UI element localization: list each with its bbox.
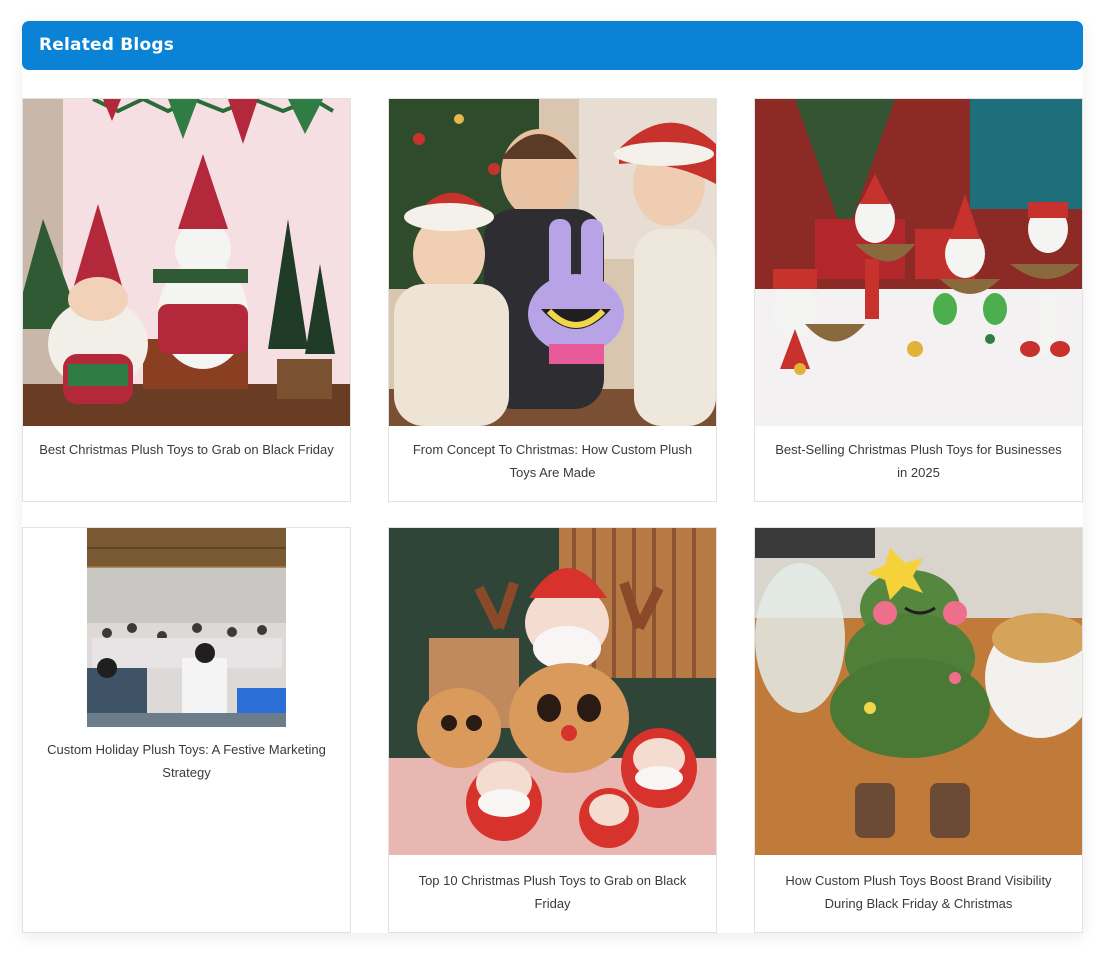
blog-thumbnail[interactable] bbox=[755, 528, 1082, 855]
section-title: Related Blogs bbox=[39, 35, 175, 55]
blog-thumbnail[interactable] bbox=[755, 99, 1082, 426]
blog-card[interactable]: Best Christmas Plush Toys to Grab on Bla… bbox=[22, 98, 351, 502]
blog-title[interactable]: Custom Holiday Plush Toys: A Festive Mar… bbox=[37, 739, 336, 784]
blog-card[interactable]: How Custom Plush Toys Boost Brand Visibi… bbox=[754, 527, 1083, 933]
blog-card[interactable]: Best-Selling Christmas Plush Toys for Bu… bbox=[754, 98, 1083, 502]
blog-thumbnail[interactable] bbox=[23, 99, 350, 426]
blog-card[interactable]: Top 10 Christmas Plush Toys to Grab on B… bbox=[388, 527, 717, 933]
blog-title[interactable]: Top 10 Christmas Plush Toys to Grab on B… bbox=[403, 870, 702, 915]
blog-thumbnail[interactable] bbox=[389, 99, 716, 426]
section-header: Related Blogs bbox=[22, 21, 1083, 70]
blog-title[interactable]: How Custom Plush Toys Boost Brand Visibi… bbox=[769, 870, 1068, 915]
blog-card[interactable]: From Concept To Christmas: How Custom Pl… bbox=[388, 98, 717, 502]
blog-title[interactable]: From Concept To Christmas: How Custom Pl… bbox=[403, 439, 702, 484]
blog-thumbnail[interactable] bbox=[87, 528, 286, 727]
blog-thumbnail[interactable] bbox=[389, 528, 716, 855]
blog-card[interactable]: Custom Holiday Plush Toys: A Festive Mar… bbox=[22, 527, 351, 933]
blog-title[interactable]: Best-Selling Christmas Plush Toys for Bu… bbox=[769, 439, 1068, 484]
blog-title[interactable]: Best Christmas Plush Toys to Grab on Bla… bbox=[37, 439, 336, 462]
